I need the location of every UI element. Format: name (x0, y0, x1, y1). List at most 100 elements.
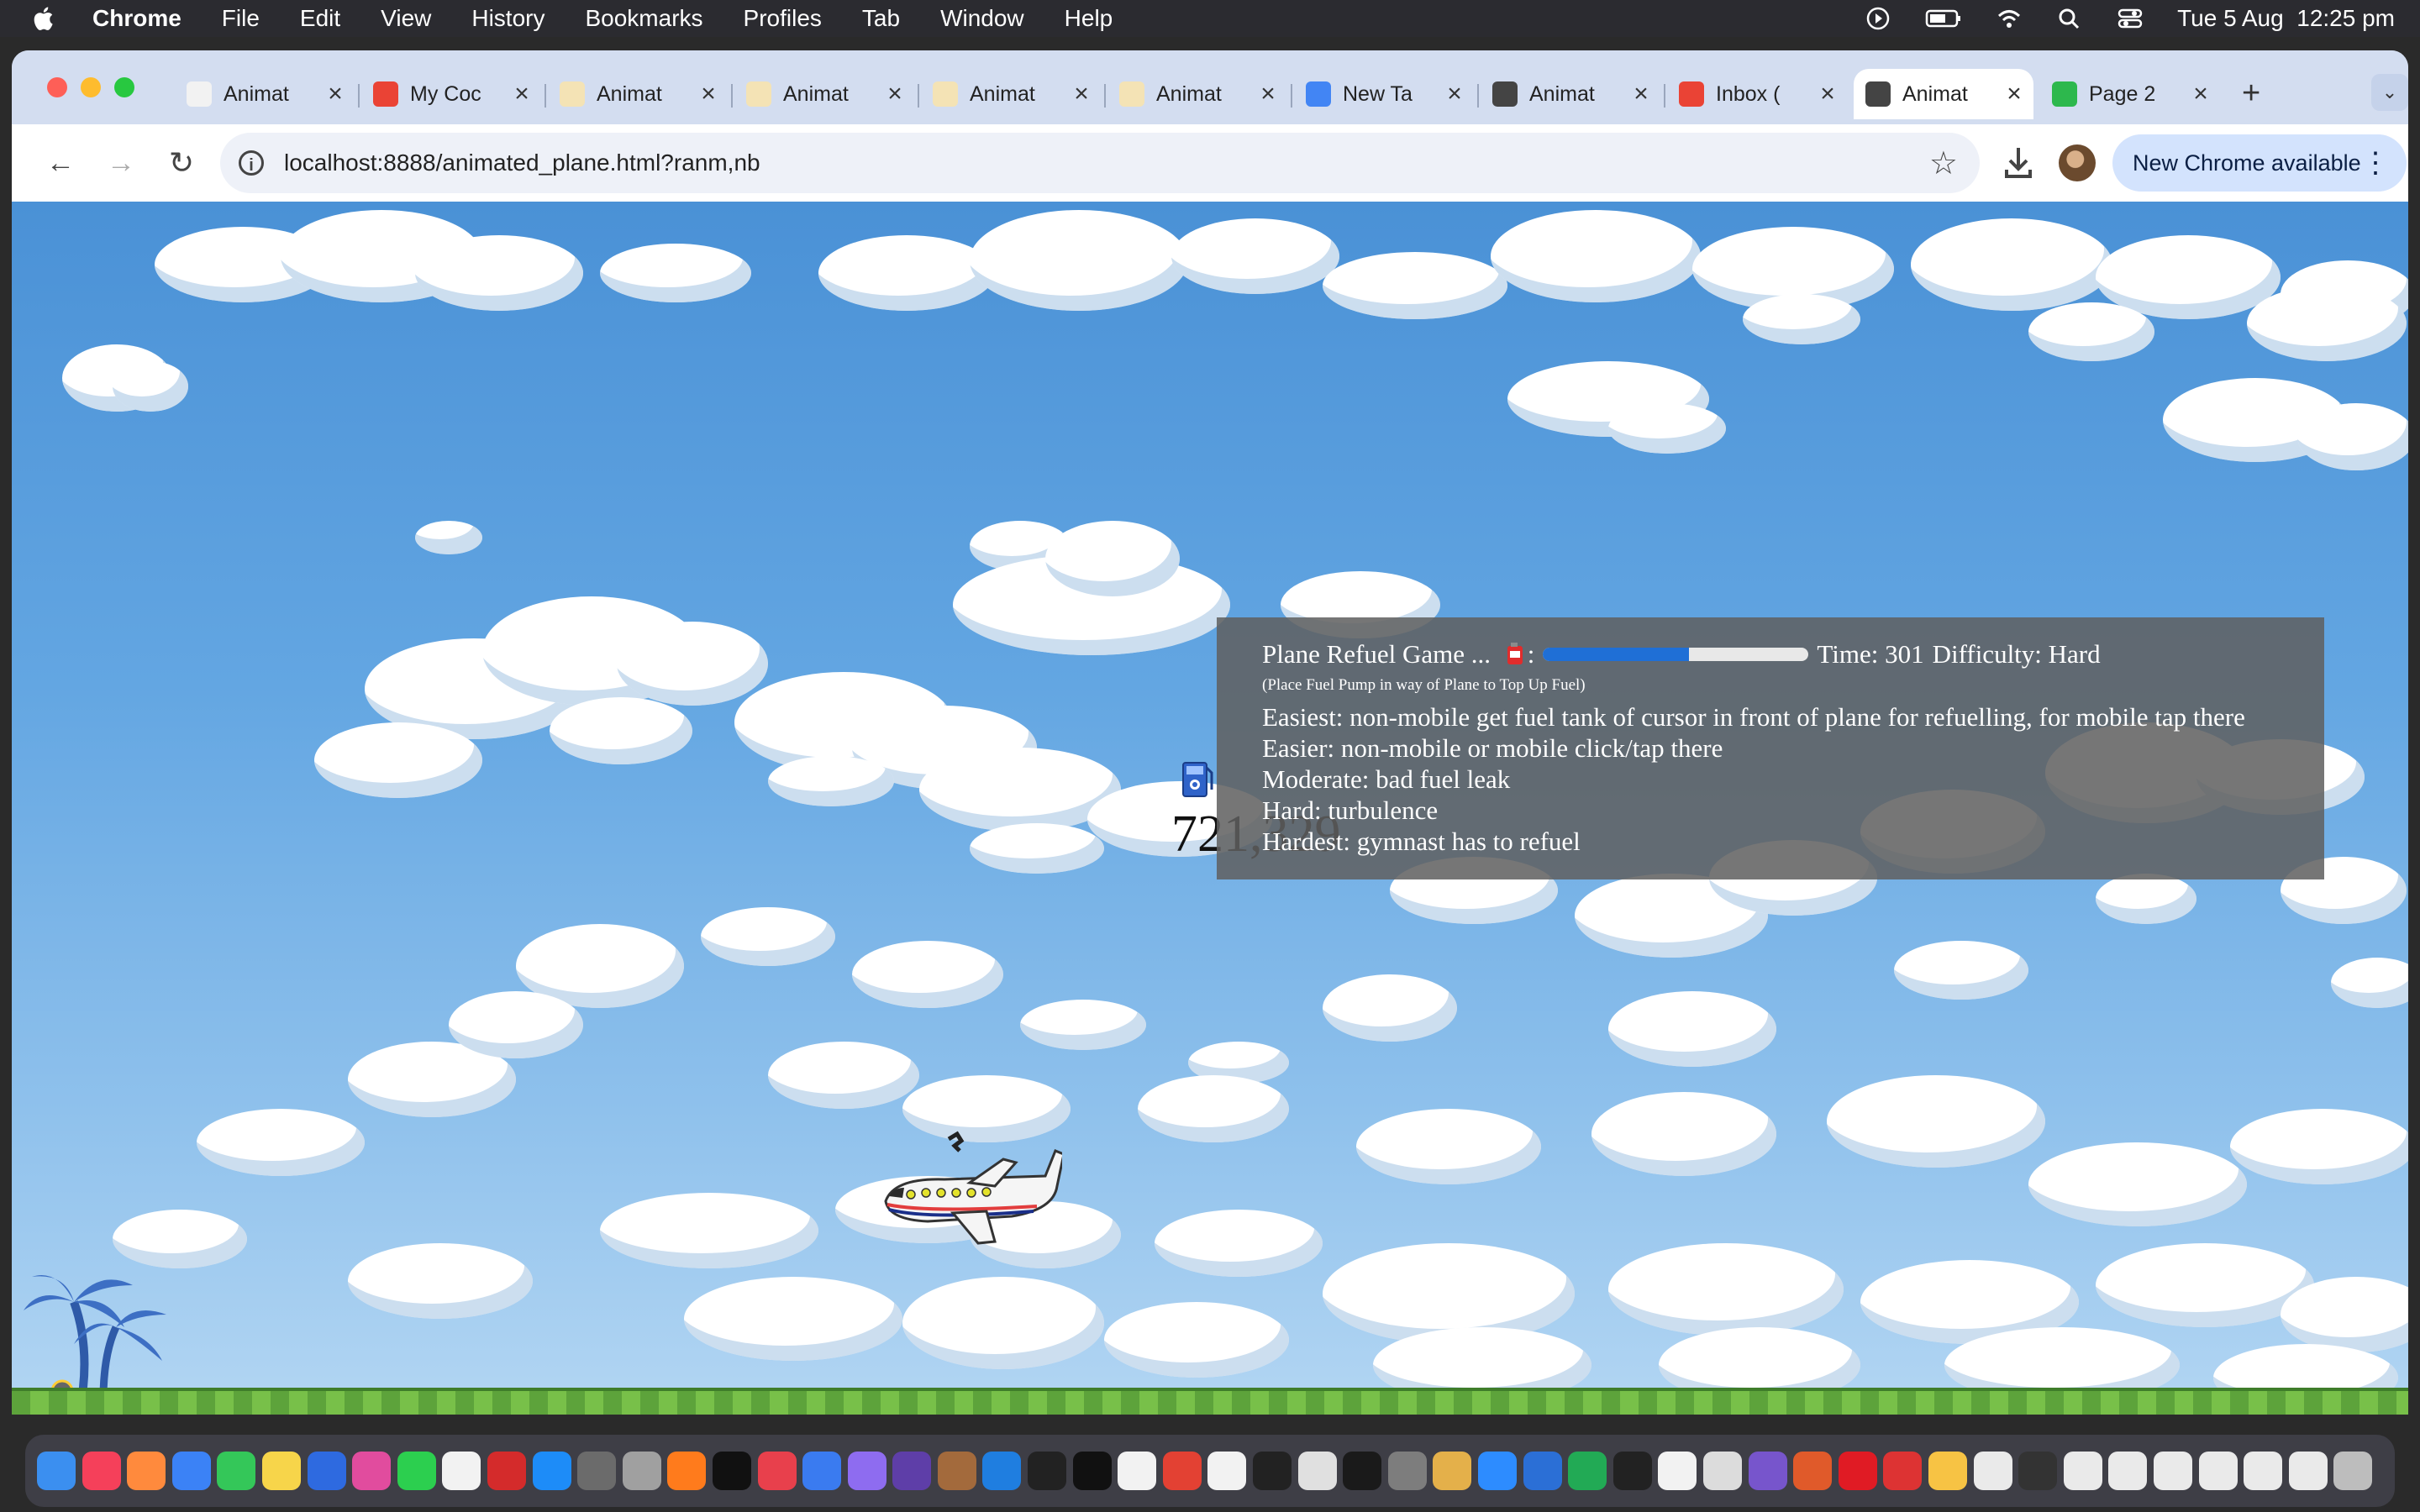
control-center-icon[interactable] (2117, 7, 2144, 30)
dock-app-icon[interactable] (1072, 1452, 1112, 1490)
dock-app-icon[interactable] (82, 1452, 121, 1490)
apple-menu-icon[interactable] (30, 4, 59, 33)
dock-app-icon[interactable] (1973, 1452, 2012, 1490)
dock-app-icon[interactable] (757, 1452, 797, 1490)
dock-app-icon[interactable] (1883, 1452, 1923, 1490)
dock-app-icon[interactable] (2244, 1452, 2283, 1490)
dock-app-icon[interactable] (352, 1452, 392, 1490)
tab-close-icon[interactable]: × (2188, 80, 2213, 108)
tab-close-icon[interactable]: × (1628, 80, 1654, 108)
profile-avatar[interactable] (2059, 144, 2096, 181)
tab-1[interactable]: Animat × (175, 69, 355, 119)
tab-7[interactable]: New Ta × (1294, 69, 1474, 119)
difficulty-option-easier[interactable]: Easier: non-mobile or mobile click/tap t… (1262, 732, 2324, 764)
tab-2[interactable]: My Coc × (361, 69, 541, 119)
dock-app-icon[interactable] (2018, 1452, 2058, 1490)
menu-file[interactable]: File (222, 5, 260, 32)
spotlight-search-icon[interactable] (2056, 7, 2083, 30)
dock-app-icon[interactable] (1118, 1452, 1157, 1490)
dock-app-icon[interactable] (1793, 1452, 1833, 1490)
tab-close-icon[interactable]: × (1815, 80, 1840, 108)
dock-app-icon[interactable] (487, 1452, 526, 1490)
tab-close-icon[interactable]: × (1069, 80, 1094, 108)
menu-profiles[interactable]: Profiles (744, 5, 822, 32)
menu-view[interactable]: View (381, 5, 431, 32)
menu-app-name[interactable]: Chrome (92, 5, 182, 32)
address-bar[interactable]: i localhost:8888/animated_plane.html?ran… (220, 133, 1980, 193)
dock-app-icon[interactable] (1253, 1452, 1292, 1490)
url-text[interactable]: localhost:8888/animated_plane.html?ranm,… (284, 150, 760, 176)
tab-close-icon[interactable]: × (882, 80, 908, 108)
dock-app-icon[interactable] (1343, 1452, 1382, 1490)
wifi-icon[interactable] (1996, 7, 2023, 30)
dock-app-icon[interactable] (622, 1452, 661, 1490)
dock-app-icon[interactable] (37, 1452, 76, 1490)
menu-history[interactable]: History (471, 5, 544, 32)
tab-close-icon[interactable]: × (323, 80, 348, 108)
dock-app-icon[interactable] (2198, 1452, 2238, 1490)
dock-app-icon[interactable] (1748, 1452, 1787, 1490)
dock-app-icon[interactable] (667, 1452, 707, 1490)
dock-app-icon[interactable] (1297, 1452, 1337, 1490)
dock-app-icon[interactable] (2153, 1452, 2192, 1490)
tab-9[interactable]: Inbox (× (1667, 69, 1847, 119)
menu-bookmarks[interactable]: Bookmarks (585, 5, 702, 32)
dock-app-icon[interactable] (1658, 1452, 1697, 1490)
dock-app-icon[interactable] (532, 1452, 571, 1490)
window-maximize-button[interactable] (114, 77, 134, 97)
dock-app-icon[interactable] (847, 1452, 886, 1490)
dock-app-icon[interactable] (1478, 1452, 1517, 1490)
dock-app-icon[interactable] (802, 1452, 842, 1490)
dock-app-icon[interactable] (2333, 1452, 2373, 1490)
dock-app-icon[interactable] (1523, 1452, 1562, 1490)
dock-app-icon[interactable] (1162, 1452, 1202, 1490)
site-info-icon[interactable]: i (239, 150, 264, 176)
tab-close-icon[interactable]: × (509, 80, 534, 108)
menu-window[interactable]: Window (940, 5, 1024, 32)
battery-icon[interactable] (1925, 7, 1962, 30)
tab-close-icon[interactable]: × (696, 80, 721, 108)
dock-app-icon[interactable] (1028, 1452, 1067, 1490)
dock-app-icon[interactable] (1568, 1452, 1607, 1490)
window-minimize-button[interactable] (81, 77, 101, 97)
tab-close-icon[interactable]: × (2002, 80, 2027, 108)
back-button[interactable]: ← (42, 144, 79, 181)
dock-app-icon[interactable] (712, 1452, 751, 1490)
difficulty-option-easiest[interactable]: Easiest: non-mobile get fuel tank of cur… (1262, 701, 2324, 732)
menubar-clock[interactable]: Tue 5 Aug 12:25 pm (2177, 5, 2395, 32)
dock-app-icon[interactable] (2063, 1452, 2102, 1490)
dock-app-icon[interactable] (577, 1452, 617, 1490)
tab-6[interactable]: Animat × (1107, 69, 1287, 119)
tab-3[interactable]: Animat × (548, 69, 728, 119)
dock-app-icon[interactable] (1387, 1452, 1427, 1490)
tab-close-icon[interactable]: × (1442, 80, 1467, 108)
game-canvas[interactable]: 721,329 Plane Refuel Game ... : Time: 30… (12, 202, 2408, 1415)
menu-help[interactable]: Help (1065, 5, 1113, 32)
dock-app-icon[interactable] (307, 1452, 346, 1490)
tab-11[interactable]: Page 2 × (2040, 69, 2220, 119)
play-icon[interactable] (1865, 7, 1891, 30)
download-icon[interactable] (2000, 143, 2037, 183)
dock-app-icon[interactable] (217, 1452, 256, 1490)
menu-edit[interactable]: Edit (300, 5, 340, 32)
dock-app-icon[interactable] (2288, 1452, 2328, 1490)
tab-close-icon[interactable]: × (1255, 80, 1281, 108)
dock-app-icon[interactable] (982, 1452, 1022, 1490)
tab-8[interactable]: Animat × (1481, 69, 1660, 119)
dock-app-icon[interactable] (127, 1452, 166, 1490)
window-close-button[interactable] (47, 77, 67, 97)
dock-app-icon[interactable] (1928, 1452, 1967, 1490)
dock-app-icon[interactable] (1702, 1452, 1742, 1490)
more-options-icon[interactable]: ⋮ (2361, 146, 2390, 180)
tab-4[interactable]: Animat × (734, 69, 914, 119)
menu-tab[interactable]: Tab (862, 5, 900, 32)
tab-search-button[interactable]: ⌄ (2371, 74, 2408, 111)
forward-button[interactable]: → (103, 144, 139, 181)
dock-app-icon[interactable] (1838, 1452, 1877, 1490)
new-tab-button[interactable]: + (2242, 76, 2260, 112)
fuel-pump-icon[interactable] (1178, 756, 1213, 798)
dock-app-icon[interactable] (892, 1452, 932, 1490)
difficulty-option-moderate[interactable]: Moderate: bad fuel leak (1262, 764, 2324, 795)
dock-app-icon[interactable] (261, 1452, 301, 1490)
tab-5[interactable]: Animat × (921, 69, 1101, 119)
